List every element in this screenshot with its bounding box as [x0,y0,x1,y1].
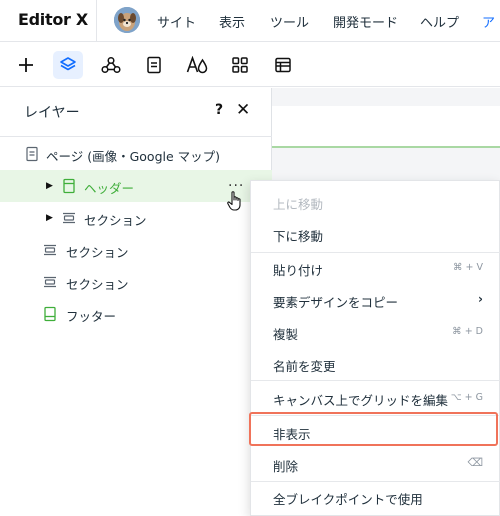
layer-label: セクション [66,277,129,292]
menu-view[interactable]: 表示 [219,12,245,31]
layer-label: セクション [66,245,129,260]
apps-icon [232,57,248,73]
shortcut-label: ⌘ + V [453,262,483,273]
add-button[interactable] [11,51,41,79]
layer-section-2[interactable]: セクション [0,234,272,266]
close-icon[interactable]: ✕ [236,100,250,120]
shortcut-label: ⌥ + G [450,392,483,403]
layer-section-1[interactable]: ▶ セクション [0,202,272,234]
brand-divider [96,0,97,42]
shortcut-label: ⌘ + D [452,326,483,337]
connect-button[interactable] [96,51,126,79]
layer-page[interactable]: ページ (画像・Google マップ) [0,138,272,170]
menu-divider [251,380,500,381]
menu-item-rename[interactable]: 名前を変更 [251,348,500,380]
connect-icon [101,56,121,74]
footer-icon [44,306,56,322]
menu-tools[interactable]: ツール [270,12,309,31]
page-icon [26,146,38,162]
layer-footer[interactable]: フッター [0,298,272,330]
left-toolbar [0,43,500,87]
layer-label: ページ (画像・Google マップ) [46,149,221,164]
menu-item-edit-grid[interactable]: キャンバス上でグリッドを編集 ⌥ + G [251,382,500,414]
help-icon[interactable]: ? [215,102,223,118]
chevron-right-icon: › [478,292,483,306]
pages-button[interactable] [139,51,169,79]
menu-help[interactable]: ヘルプ [420,12,459,31]
menu-item-duplicate[interactable]: 複製 ⌘ + D [251,316,500,348]
layer-section-3[interactable]: セクション [0,266,272,298]
expand-arrow-icon[interactable]: ▶ [46,213,53,223]
layers-button[interactable] [53,51,83,79]
menu-item-copy-design[interactable]: 要素デザインをコピー › [251,284,500,316]
menu-dev-mode[interactable]: 開発モード [333,12,398,31]
table-icon [275,57,291,73]
top-menu-bar: Editor X サイト 表示 ツール 開発モード ヘルプ ア [0,0,500,42]
layer-label: セクション [84,213,147,228]
layer-label: フッター [66,309,117,324]
table-button[interactable] [268,51,298,79]
menu-item-use-all-breakpoints[interactable]: 全ブレイクポイントで使用 [251,481,500,513]
menu-site[interactable]: サイト [157,12,196,31]
menu-item-move-up: 上に移動 [273,197,324,212]
panel-title: レイヤー [24,105,80,121]
menu-item-move-down[interactable]: 下に移動 [251,218,500,250]
apps-button[interactable] [225,51,255,79]
menu-item-paste[interactable]: 貼り付け ⌘ + V [251,252,500,284]
panel-divider [0,136,272,137]
section-icon [44,244,56,256]
expand-arrow-icon[interactable]: ▶ [46,181,53,191]
backspace-icon: ⌫ [467,456,483,469]
canvas-header-strip[interactable] [272,106,500,148]
menu-item-delete[interactable]: 削除 ⌫ [251,448,500,480]
typography-icon [186,56,208,74]
section-icon [63,212,75,224]
add-icon [19,58,33,72]
pages-icon [147,56,161,74]
typography-button[interactable] [182,51,212,79]
layer-label: ヘッダー [84,181,135,196]
section-icon [44,276,56,288]
app-logo: Editor X [18,10,88,29]
avatar[interactable] [114,7,140,33]
context-menu: 上に移動 下に移動 貼り付け ⌘ + V 要素デザインをコピー › 複製 ⌘ +… [250,180,500,516]
header-icon [63,178,75,194]
highlight-outline [249,412,498,446]
menu-upgrade[interactable]: ア [482,12,495,31]
layers-icon [60,57,76,71]
